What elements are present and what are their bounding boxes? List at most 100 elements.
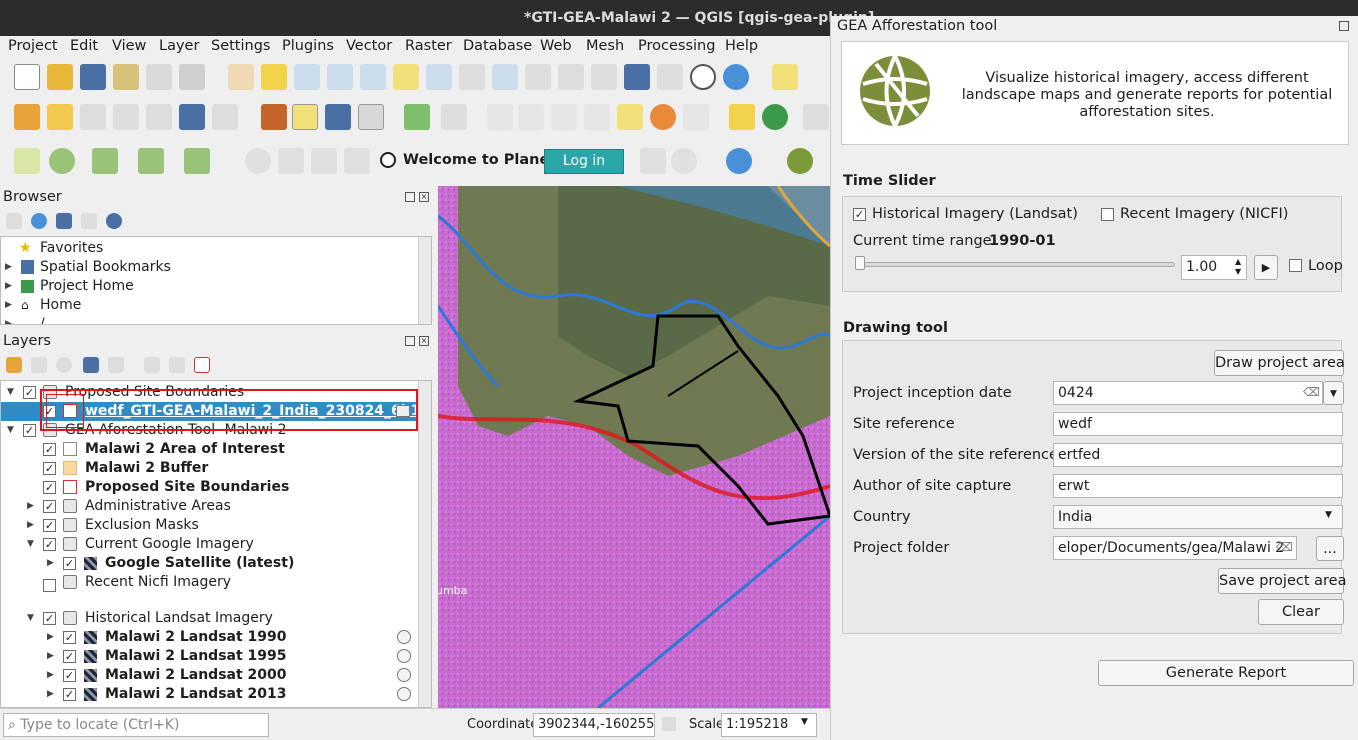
layer-checkbox[interactable]: ✓	[23, 386, 36, 399]
menu-settings[interactable]: Settings	[211, 38, 270, 54]
vertex-tool-icon[interactable]	[441, 104, 467, 130]
date-dropdown-icon[interactable]: ▼	[1323, 381, 1344, 405]
generate-report-button[interactable]: Generate Report	[1098, 660, 1354, 686]
zoom-layer-icon[interactable]	[426, 64, 452, 90]
menu-edit[interactable]: Edit	[70, 38, 98, 54]
zoom-next-icon[interactable]	[525, 64, 551, 90]
style-manager-icon[interactable]	[179, 64, 205, 90]
layer-grid-icon[interactable]	[179, 104, 205, 130]
collapse-all-layers-icon[interactable]	[169, 357, 185, 373]
chevron-down-icon[interactable]: ▼	[27, 535, 34, 554]
layer-landsat-1995[interactable]: ▶ ✓ Malawi 2 Landsat 1995	[1, 647, 418, 666]
site-reference-input[interactable]: wedf	[1053, 412, 1343, 436]
menu-web[interactable]: Web	[540, 38, 572, 54]
properties-icon[interactable]	[106, 213, 122, 229]
save-edits-icon[interactable]	[325, 104, 351, 130]
chevron-down-icon[interactable]: ▼	[801, 717, 808, 727]
author-input[interactable]: erwt	[1053, 474, 1343, 498]
digitize-icon[interactable]	[358, 104, 384, 130]
new-geopackage-icon[interactable]	[47, 104, 73, 130]
layer-checkbox[interactable]: ✓	[63, 650, 76, 663]
refresh-browser-icon[interactable]	[31, 213, 47, 229]
show-bookmarks-icon[interactable]	[657, 64, 683, 90]
expand-all-icon[interactable]	[144, 357, 160, 373]
measure-icon[interactable]	[138, 148, 164, 174]
chevron-right-icon[interactable]: ▶	[47, 685, 54, 704]
chevron-right-icon[interactable]: ▶	[47, 554, 54, 573]
gea-plugin-icon[interactable]	[787, 148, 813, 174]
layer-checkbox[interactable]: ✓	[43, 481, 56, 494]
zoom-out-icon[interactable]	[327, 64, 353, 90]
zoom-last-icon[interactable]	[492, 64, 518, 90]
open-project-icon[interactable]	[47, 64, 73, 90]
visibility-icon[interactable]	[56, 357, 72, 373]
layer-checkbox[interactable]: ✓	[43, 519, 56, 532]
map-icon[interactable]	[278, 148, 304, 174]
toggle-extents-icon[interactable]	[662, 717, 676, 731]
map-canvas[interactable]: umba	[438, 186, 830, 708]
menu-processing[interactable]: Processing	[638, 38, 715, 54]
layer-checkbox[interactable]	[43, 579, 56, 592]
chevron-right-icon[interactable]: ▶	[5, 277, 12, 296]
info-icon[interactable]	[726, 148, 752, 174]
redo-icon[interactable]	[683, 104, 709, 130]
zoom-native-icon[interactable]	[459, 64, 485, 90]
pencil-icon[interactable]	[261, 104, 287, 130]
diagram-icon[interactable]	[762, 104, 788, 130]
collapse-all-icon[interactable]	[81, 213, 97, 229]
layer-checkbox[interactable]: ✓	[43, 612, 56, 625]
add-selected-icon[interactable]	[6, 213, 22, 229]
menu-plugins[interactable]: Plugins	[282, 38, 334, 54]
browser-scrollbar[interactable]	[418, 237, 431, 324]
zoom-in-icon[interactable]	[294, 64, 320, 90]
toggle-editing-icon[interactable]	[292, 104, 318, 130]
inception-date-input[interactable]: 0424	[1053, 381, 1323, 405]
new-3d-view-icon[interactable]	[591, 64, 617, 90]
user-icon[interactable]	[311, 148, 337, 174]
layer-checkbox[interactable]: ✓	[63, 669, 76, 682]
planet-login-button[interactable]: Log in	[544, 149, 624, 174]
chevron-down-icon[interactable]: ▼	[7, 383, 14, 402]
float-panel-icon[interactable]	[405, 336, 415, 346]
zoom-selection-icon[interactable]	[393, 64, 419, 90]
chevron-right-icon[interactable]: ▶	[47, 628, 54, 647]
new-virtual-layer-icon[interactable]	[146, 104, 172, 130]
browse-folder-button[interactable]: ...	[1316, 536, 1344, 561]
menu-view[interactable]: View	[112, 38, 146, 54]
recent-imagery-checkbox[interactable]	[1101, 208, 1114, 221]
menu-database[interactable]: Database	[463, 38, 532, 54]
undo-icon[interactable]	[650, 104, 676, 130]
menu-help[interactable]: Help	[725, 38, 758, 54]
add-group-icon[interactable]	[31, 357, 47, 373]
layer-checkbox[interactable]: ✓	[23, 424, 36, 437]
chevron-right-icon[interactable]: ▶	[5, 296, 12, 315]
historical-imagery-checkbox[interactable]: ✓	[853, 208, 866, 221]
add-polygon-icon[interactable]	[404, 104, 430, 130]
bookmark-icon[interactable]	[624, 64, 650, 90]
data-source-manager-icon[interactable]	[14, 104, 40, 130]
float-panel-icon[interactable]	[1339, 21, 1349, 31]
chevron-down-icon[interactable]: ▼	[27, 609, 34, 628]
chevron-down-icon[interactable]: ▼	[7, 421, 14, 440]
new-shapefile-icon[interactable]	[80, 104, 106, 130]
play-button[interactable]: ▶	[1254, 255, 1278, 280]
clear-field-icon[interactable]: ⌫	[1276, 540, 1293, 554]
new-temp-layer-icon[interactable]	[113, 104, 139, 130]
layer-landsat-1990[interactable]: ▶ ✓ Malawi 2 Landsat 1990	[1, 628, 418, 647]
new-map-view-icon[interactable]	[558, 64, 584, 90]
trash-icon[interactable]	[518, 104, 544, 130]
mesh-layer-icon[interactable]	[212, 104, 238, 130]
save-project-icon[interactable]	[80, 64, 106, 90]
menu-project[interactable]: Project	[8, 38, 58, 54]
label-icon[interactable]	[729, 104, 755, 130]
site-version-input[interactable]: ertfed	[1053, 443, 1343, 467]
locator-search-input[interactable]: ⌕ Type to locate (Ctrl+K)	[3, 713, 269, 737]
filter-expression-icon[interactable]	[108, 357, 124, 373]
layer-landsat-2000[interactable]: ▶ ✓ Malawi 2 Landsat 2000	[1, 666, 418, 685]
draw-project-area-button[interactable]: Draw project area	[1214, 350, 1345, 376]
copy-icon[interactable]	[584, 104, 610, 130]
spin-arrows-icon[interactable]: ▲ ▼	[1235, 257, 1241, 277]
layer-checkbox[interactable]: ✓	[43, 538, 56, 551]
pan-icon[interactable]	[228, 64, 254, 90]
close-panel-icon[interactable]: ×	[419, 336, 429, 346]
